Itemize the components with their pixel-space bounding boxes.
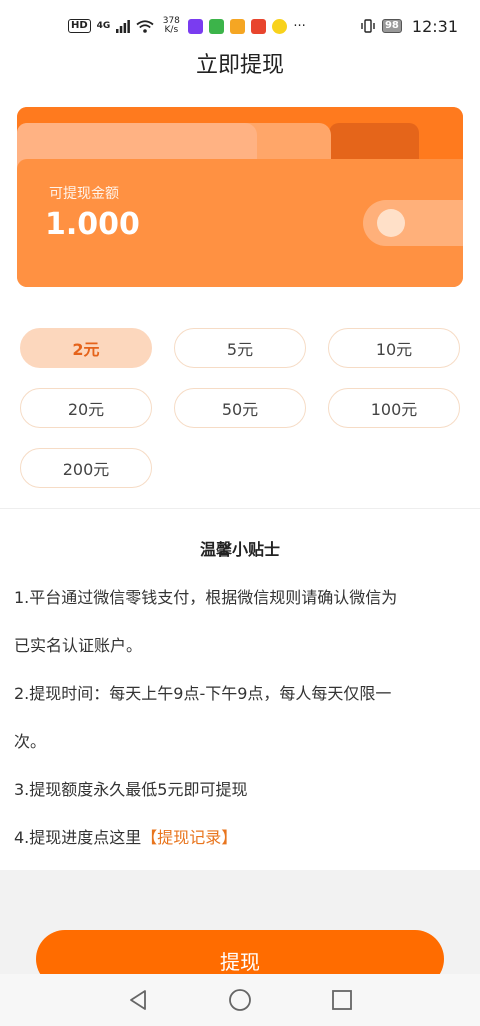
amount-option-50[interactable]: 50元 <box>174 388 306 428</box>
back-triangle-icon <box>130 990 146 1010</box>
app-notification-icon <box>251 18 267 34</box>
tip-line: 3.提现额度永久最低5元即可提现 <box>14 780 248 799</box>
net-speed: 378 K/s <box>160 17 182 35</box>
balance-amount: 1.000 <box>45 207 140 242</box>
app-notification-icon <box>209 18 225 34</box>
amount-options: 2元 5元 10元 20元 50元 100元 200元 <box>20 328 460 488</box>
app-notification-icon <box>230 18 246 34</box>
home-circle-icon <box>229 989 251 1011</box>
tip-text: 4.提现进度点这里 <box>14 828 142 847</box>
back-button[interactable] <box>124 986 152 1014</box>
system-nav-bar <box>0 974 480 1026</box>
net-speed-unit: K/s <box>164 25 179 35</box>
amount-option-200[interactable]: 200元 <box>20 448 152 488</box>
tip-line: 已实名认证账户。 <box>14 636 143 655</box>
status-bar-left: HD 4G 378 K/s ··· <box>68 17 306 35</box>
tip-line: 4.提现进度点这里【提现记录】 <box>14 814 470 862</box>
card-decor-dot <box>377 209 405 237</box>
app-notification-icon <box>188 18 204 34</box>
recent-square-icon <box>332 990 352 1010</box>
recent-apps-button[interactable] <box>328 986 356 1014</box>
signal-icon <box>116 19 131 33</box>
tip-line: 1.平台通过微信零钱支付，根据微信规则请确认微信为 <box>14 588 398 607</box>
app-notification-icon <box>272 18 288 34</box>
more-notifications-icon: ··· <box>293 18 306 34</box>
amount-option-2[interactable]: 2元 <box>20 328 152 368</box>
page-title: 立即提现 <box>195 53 284 78</box>
tip-line: 次。 <box>14 732 47 751</box>
hd-icon: HD <box>68 19 91 33</box>
tips-list: 1.平台通过微信零钱支付，根据微信规则请确认微信为 已实名认证账户。 2.提现时… <box>14 574 470 862</box>
balance-card: 可提现金额 1.000 <box>17 107 463 287</box>
wifi-icon <box>136 19 154 33</box>
clock: 12:31 <box>411 16 458 36</box>
tip-line: 2.提现时间：每天上午9点-下午9点，每人每天仅限一 <box>14 684 392 703</box>
home-button[interactable] <box>226 986 254 1014</box>
battery-icon: 98 <box>381 19 402 33</box>
status-bar: HD 4G 378 K/s ··· 98 12:31 <box>0 0 480 52</box>
amount-option-10[interactable]: 10元 <box>328 328 460 368</box>
tips-title: 温馨小贴士 <box>199 540 280 559</box>
status-bar-right: 98 12:31 <box>360 17 458 36</box>
network-type: 4G <box>96 21 111 31</box>
withdraw-records-link[interactable]: 【提现记录】 <box>141 828 237 847</box>
vibrate-icon <box>361 19 375 33</box>
amount-option-20[interactable]: 20元 <box>20 388 152 428</box>
amount-option-5[interactable]: 5元 <box>174 328 306 368</box>
balance-label: 可提现金额 <box>49 186 119 202</box>
section-divider <box>0 508 480 509</box>
amount-option-100[interactable]: 100元 <box>328 388 460 428</box>
